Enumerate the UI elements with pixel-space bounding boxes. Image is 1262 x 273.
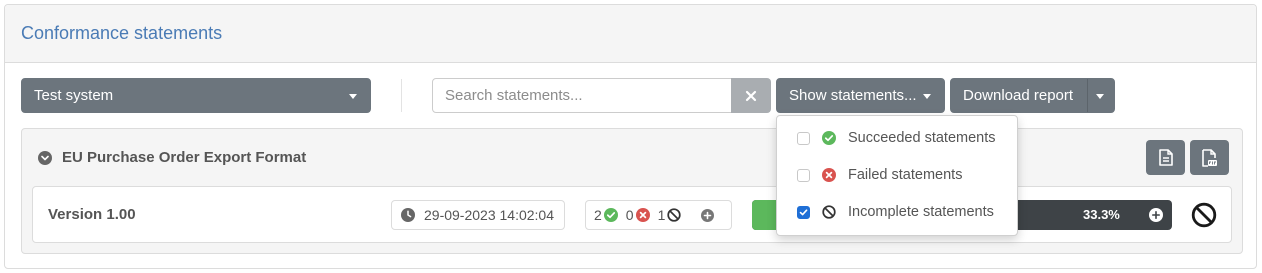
- close-icon: [745, 90, 757, 101]
- chevron-down-icon[interactable]: [1096, 94, 1104, 99]
- menu-item-failed[interactable]: Failed statements: [777, 158, 1017, 192]
- menu-item-label: Failed statements: [848, 167, 963, 183]
- menu-item-label: Succeeded statements: [848, 130, 996, 146]
- ban-icon: [822, 205, 836, 219]
- succeeded-checkbox[interactable]: [797, 131, 810, 145]
- specification-title: EU Purchase Order Export Format: [62, 149, 307, 166]
- toolbar-divider: [401, 79, 402, 112]
- clock-icon: [401, 208, 415, 222]
- succeeded-count: 2: [594, 207, 618, 223]
- specification-header[interactable]: EU Purchase Order Export Format: [38, 149, 306, 166]
- chevron-down-icon[interactable]: [38, 150, 52, 165]
- expand-progress-icon[interactable]: [1149, 208, 1163, 222]
- pdf-file-icon: [1202, 148, 1217, 167]
- split-divider: [1087, 79, 1088, 112]
- x-circle-icon: [635, 208, 650, 222]
- specification-card: EU Purchase Order Export Format Version …: [21, 128, 1243, 254]
- failed-checkbox[interactable]: [797, 168, 810, 182]
- document-icon: [1158, 149, 1173, 166]
- download-report-button[interactable]: Download report: [950, 78, 1115, 113]
- search-input[interactable]: [432, 78, 732, 113]
- menu-item-incomplete[interactable]: Incomplete statements: [777, 195, 1017, 229]
- menu-item-succeeded[interactable]: Succeeded statements: [777, 121, 1017, 155]
- ban-icon: [667, 208, 682, 222]
- download-report-label: Download report: [963, 87, 1074, 104]
- version-label: Version 1.00: [48, 206, 136, 223]
- checkmark-icon: [799, 208, 808, 215]
- add-circle-icon[interactable]: [701, 208, 715, 222]
- check-circle-icon: [603, 208, 618, 222]
- ban-icon[interactable]: [1191, 202, 1217, 228]
- incomplete-checkbox[interactable]: [797, 205, 810, 219]
- version-row: Version 1.00 29-09-2023 14:02:04 2 0 1 3…: [32, 186, 1232, 243]
- clear-search-button[interactable]: [731, 78, 771, 113]
- menu-item-label: Incomplete statements: [848, 204, 994, 220]
- panel-header: Conformance statements: [5, 5, 1256, 63]
- chevron-down-icon: [349, 94, 357, 99]
- system-select-value: Test system: [34, 87, 114, 104]
- timestamp-badge: 29-09-2023 14:02:04: [391, 200, 565, 230]
- timestamp-value: 29-09-2023 14:02:04: [424, 207, 554, 223]
- result-counts: 2 0 1: [585, 200, 732, 230]
- page-title: Conformance statements: [21, 23, 223, 43]
- show-statements-button[interactable]: Show statements...: [776, 78, 945, 113]
- export-pdf-button[interactable]: [1190, 140, 1229, 175]
- show-statements-menu: Succeeded statements Failed statements I…: [776, 115, 1018, 236]
- chevron-down-icon: [923, 94, 931, 99]
- incomplete-count: 1: [658, 207, 682, 223]
- show-statements-label: Show statements...: [789, 87, 917, 104]
- check-circle-icon: [822, 131, 836, 145]
- x-circle-icon: [822, 168, 836, 182]
- system-select[interactable]: Test system: [21, 78, 371, 113]
- progress-percent: 33.3%: [1083, 207, 1120, 222]
- failed-count: 0: [626, 207, 650, 223]
- export-document-button[interactable]: [1146, 140, 1185, 175]
